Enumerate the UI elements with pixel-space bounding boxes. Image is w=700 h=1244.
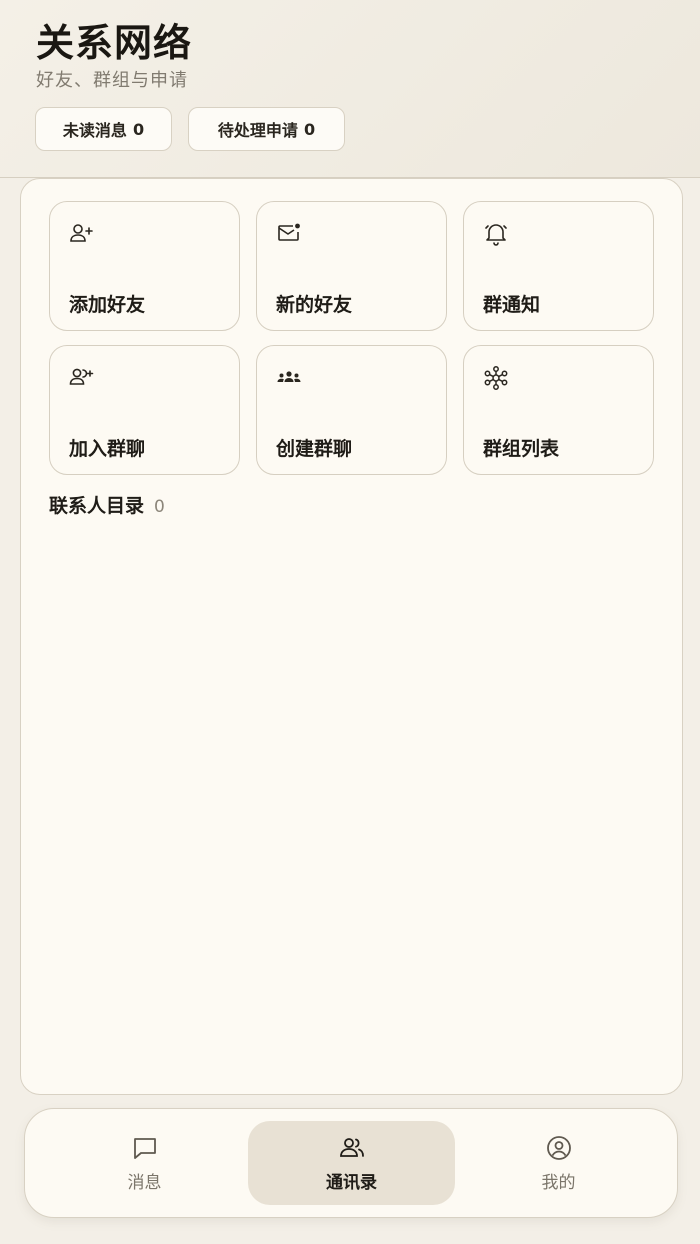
chip-count: 0 (132, 119, 145, 139)
chip-label: 待处理申请 (217, 121, 298, 140)
tile-label: 群通知 (483, 294, 541, 316)
profile-icon (546, 1135, 571, 1160)
group-icon (277, 371, 301, 382)
contacts-directory-heading: 联系人目录 0 (49, 491, 165, 518)
tab-messages[interactable]: 消息 (41, 1121, 248, 1205)
contacts-card: 添加好友 新的好友 群通知 加入群聊 创建群聊 群组列表 联系人目录 0 (20, 178, 683, 1095)
contacts-icon (339, 1137, 364, 1157)
tile-label: 创建群聊 (276, 438, 353, 460)
bell-icon (485, 224, 507, 246)
page-subtitle: 好友、群组与申请 (36, 70, 188, 91)
tab-label: 通讯录 (326, 1172, 377, 1193)
chat-icon (133, 1137, 156, 1159)
add-friend-tile[interactable]: 添加好友 (49, 201, 240, 331)
bottom-tab-bar: 消息 通讯录 我的 (24, 1108, 678, 1218)
contacts-count: 0 (154, 497, 165, 517)
mail-badge-icon (278, 223, 300, 241)
network-icon (484, 366, 508, 390)
tab-profile[interactable]: 我的 (455, 1121, 662, 1205)
tile-label: 添加好友 (69, 294, 146, 316)
tab-label: 我的 (541, 1172, 576, 1193)
tile-label: 群组列表 (483, 438, 560, 460)
tab-label: 消息 (127, 1172, 162, 1193)
create-group-tile[interactable]: 创建群聊 (256, 345, 447, 475)
tab-contacts[interactable]: 通讯录 (248, 1121, 455, 1205)
new-friends-tile[interactable]: 新的好友 (256, 201, 447, 331)
user-plus-icon (70, 224, 93, 242)
users-plus-icon (69, 368, 94, 385)
chip-label: 未读消息 (62, 121, 127, 140)
page-title: 关系网络 (36, 21, 193, 65)
tile-label: 新的好友 (276, 294, 353, 316)
tile-label: 加入群聊 (69, 438, 146, 460)
section-title: 联系人目录 (49, 495, 145, 517)
group-list-tile[interactable]: 群组列表 (463, 345, 654, 475)
pending-requests-chip[interactable]: 待处理申请 0 (188, 107, 345, 151)
join-group-tile[interactable]: 加入群聊 (49, 345, 240, 475)
page-header: 关系网络 好友、群组与申请 未读消息 0 待处理申请 0 (0, 0, 700, 178)
group-notice-tile[interactable]: 群通知 (463, 201, 654, 331)
chip-count: 0 (303, 119, 316, 139)
unread-messages-chip[interactable]: 未读消息 0 (35, 107, 172, 151)
